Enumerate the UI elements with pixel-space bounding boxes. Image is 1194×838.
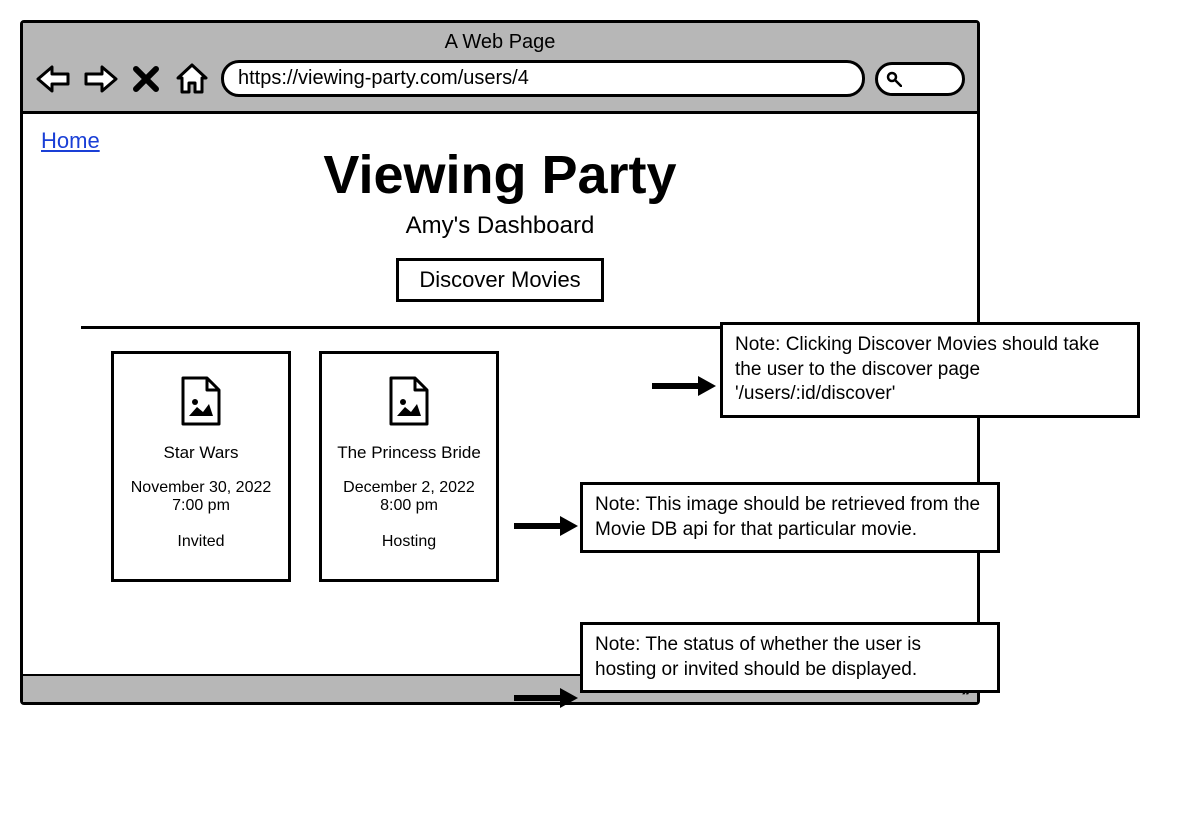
forward-icon[interactable] [81,62,119,96]
arrow-icon [510,514,580,538]
home-link[interactable]: Home [41,128,100,153]
card-date: December 2, 2022 [343,479,475,497]
arrow-icon [648,374,718,398]
search-icon [886,71,902,87]
annotation-note: Note: The status of whether the user is … [580,622,1000,693]
party-card[interactable]: Star Wars November 30, 2022 7:00 pm Invi… [111,351,291,582]
card-title: The Princess Bride [337,443,481,463]
card-title: Star Wars [164,443,239,463]
page-title: Viewing Party [41,144,959,206]
card-status: Hosting [382,533,436,551]
card-time: 7:00 pm [172,497,230,515]
annotation-note: Note: Clicking Discover Movies should ta… [720,322,1140,418]
search-pill[interactable] [875,62,965,96]
home-icon[interactable] [173,62,211,96]
page-subtitle: Amy's Dashboard [41,212,959,240]
card-date: November 30, 2022 [131,479,272,497]
stop-icon[interactable] [127,62,165,96]
card-time: 8:00 pm [380,497,438,515]
arrow-icon [510,686,580,710]
url-bar[interactable] [221,60,865,97]
back-icon[interactable] [35,62,73,96]
annotation-note: Note: This image should be retrieved fro… [580,482,1000,553]
window-title: A Web Page [35,29,965,60]
discover-movies-button[interactable]: Discover Movies [396,258,603,302]
image-placeholder-icon [387,374,431,433]
party-card[interactable]: The Princess Bride December 2, 2022 8:00… [319,351,499,582]
card-status: Invited [177,533,224,551]
browser-chrome: A Web Page [23,23,977,114]
image-placeholder-icon [179,374,223,433]
